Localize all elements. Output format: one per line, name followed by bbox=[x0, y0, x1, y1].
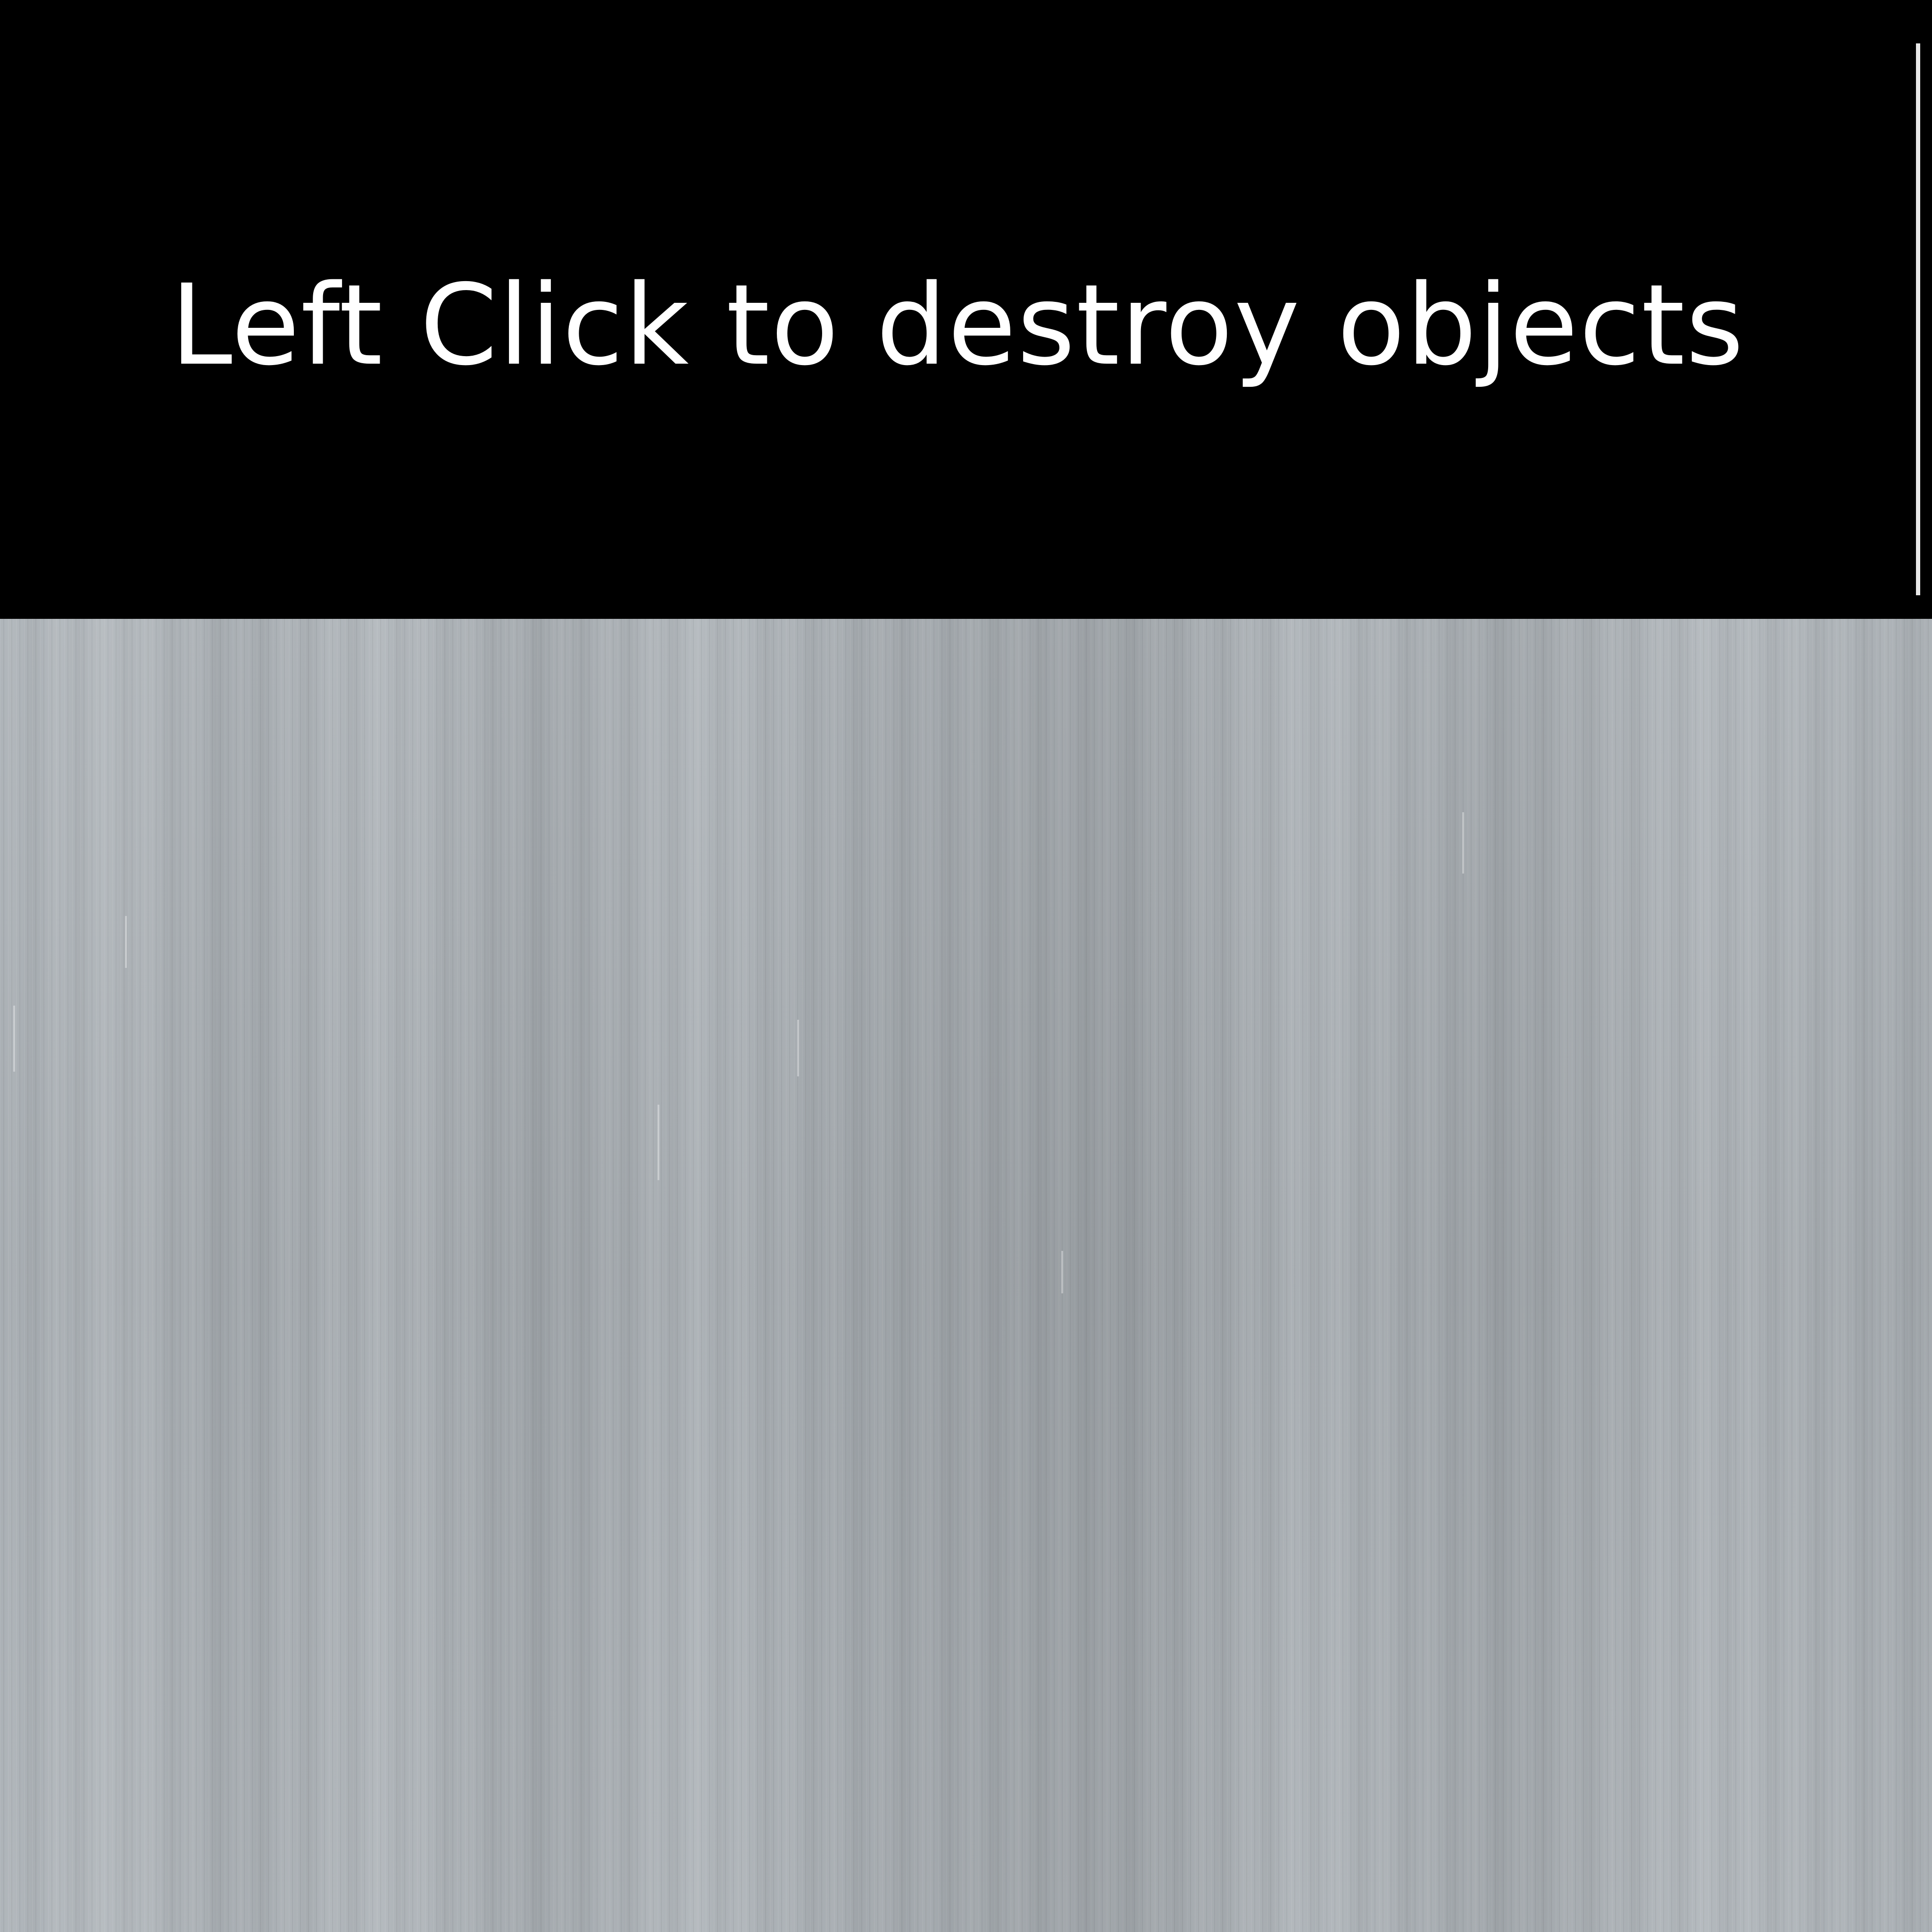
metal-scratch bbox=[797, 1020, 799, 1076]
play-area[interactable] bbox=[0, 619, 1932, 1932]
metal-scratch bbox=[1061, 1251, 1063, 1293]
instruction-text: Left Click to destroy objects bbox=[170, 260, 1745, 390]
metal-scratch bbox=[13, 1006, 15, 1072]
metal-scratch bbox=[658, 1105, 659, 1180]
metal-scratch bbox=[1462, 812, 1464, 874]
banner-edge-line bbox=[1916, 43, 1920, 595]
instruction-banner: Left Click to destroy objects bbox=[0, 0, 1932, 619]
game-screen: Left Click to destroy objects bbox=[0, 0, 1932, 1932]
metal-scratch bbox=[125, 916, 127, 968]
